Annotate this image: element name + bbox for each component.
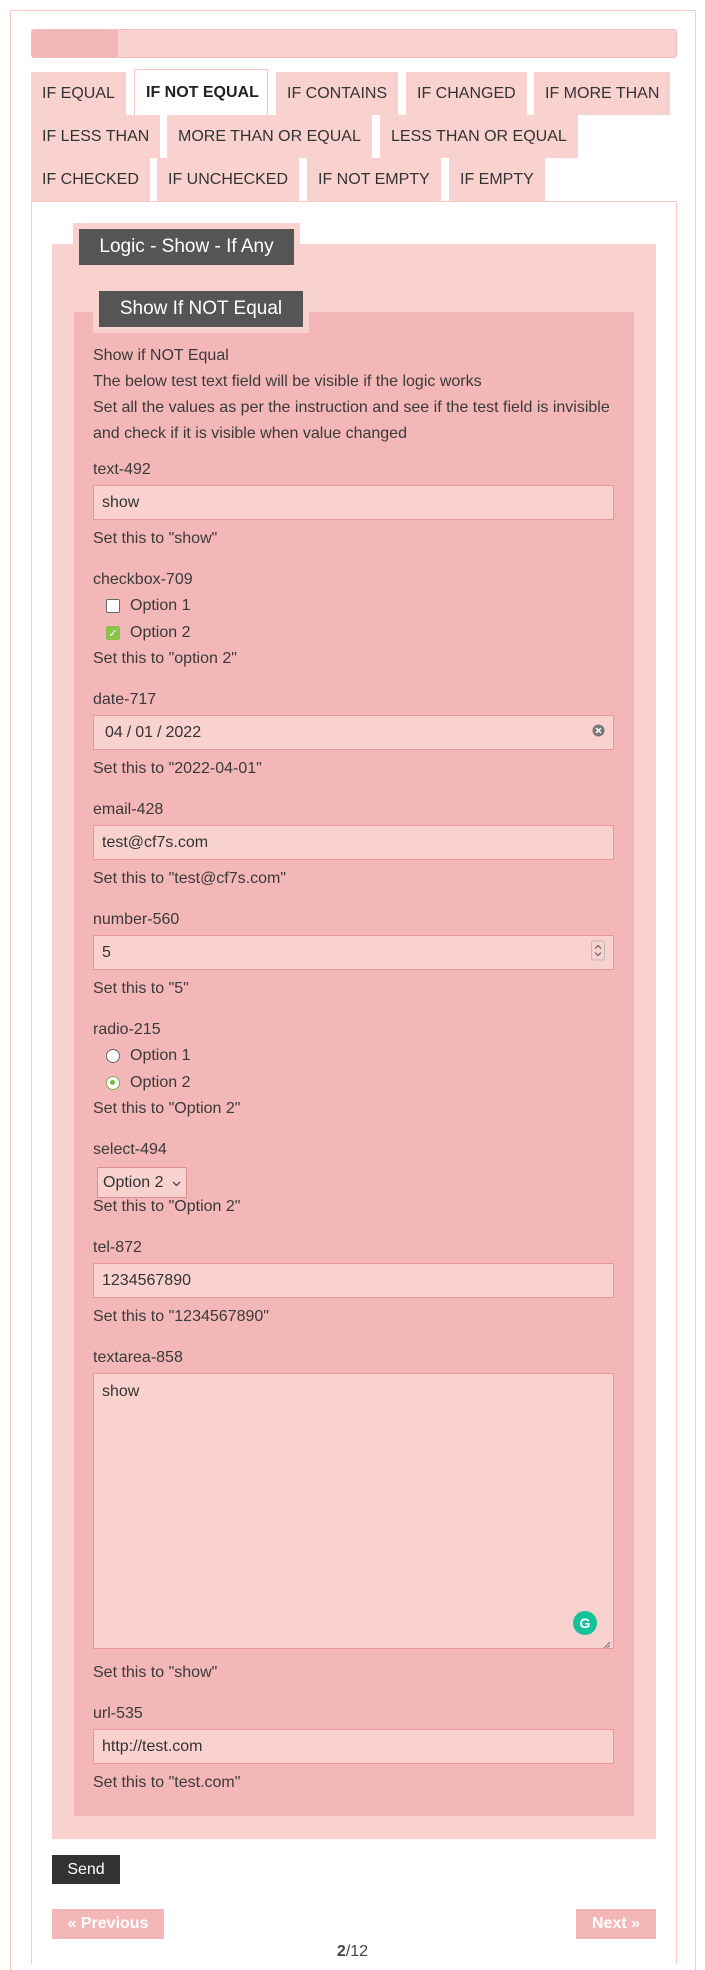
textarea-input[interactable]: show xyxy=(93,1373,614,1649)
intro-line-1: Show if NOT Equal xyxy=(93,347,229,364)
select-value: Option 2 xyxy=(103,1173,164,1191)
text-input-value: show xyxy=(102,493,140,511)
date-input[interactable]: 04 / 01 / 2022 xyxy=(93,715,614,750)
text-field-hint: Set this to "show" xyxy=(93,530,218,547)
checkbox-option-2[interactable]: ✓ xyxy=(106,626,120,640)
radio-option-1-label: Option 1 xyxy=(130,1047,191,1064)
date-year[interactable]: 2022 xyxy=(166,724,202,742)
tab-less-than-or-equal[interactable]: LESS THAN OR EQUAL xyxy=(380,115,578,158)
tab-if-checked[interactable]: IF CHECKED xyxy=(31,158,150,201)
text-input[interactable]: show xyxy=(93,485,614,520)
radio-option-2-label: Option 2 xyxy=(130,1074,191,1091)
email-input-value: test@cf7s.com xyxy=(102,833,209,851)
intro-line-4: and check if it is visible when value ch… xyxy=(93,425,407,442)
tab-if-more-than[interactable]: IF MORE THAN xyxy=(534,72,671,115)
textarea-field-hint: Set this to "show" xyxy=(93,1664,218,1681)
checkbox-option-2-label: Option 2 xyxy=(130,624,191,641)
checkbox-option-1-label: Option 1 xyxy=(130,597,191,614)
checkbox-option-1[interactable] xyxy=(106,599,120,613)
number-field-label: number-560 xyxy=(93,911,180,928)
clear-icon[interactable] xyxy=(592,724,605,742)
date-separator: / xyxy=(157,723,162,741)
tab-if-not-equal[interactable]: IF NOT EQUAL xyxy=(134,69,268,115)
previous-button[interactable]: « Previous xyxy=(52,1909,164,1939)
intro-line-2: The below test text field will be visibl… xyxy=(93,373,482,390)
send-button[interactable]: Send xyxy=(52,1855,120,1884)
number-input[interactable]: 5 xyxy=(93,935,614,970)
tab-if-contains[interactable]: IF CONTAINS xyxy=(276,72,399,115)
radio-option-2[interactable] xyxy=(106,1076,120,1090)
page-total: /12 xyxy=(345,1943,369,1960)
page-indicator: 2/12 xyxy=(0,1943,705,1961)
date-month[interactable]: 04 xyxy=(105,724,123,742)
url-field-label: url-535 xyxy=(93,1705,143,1722)
url-field-hint: Set this to "test.com" xyxy=(93,1774,241,1791)
date-separator: / xyxy=(126,723,132,741)
chevron-down-icon xyxy=(172,1174,181,1192)
url-input[interactable]: http://test.com xyxy=(93,1729,614,1764)
tab-if-changed[interactable]: IF CHANGED xyxy=(406,72,527,115)
radio-option-1[interactable] xyxy=(106,1049,120,1063)
checkbox-field-label: checkbox-709 xyxy=(93,571,193,588)
email-field-label: email-428 xyxy=(93,801,164,818)
email-input[interactable]: test@cf7s.com xyxy=(93,825,614,860)
fieldset-legend: Logic - Show - If Any xyxy=(73,223,300,271)
resize-handle-icon[interactable] xyxy=(601,1636,611,1649)
textarea-field-label: textarea-858 xyxy=(93,1349,183,1366)
tab-if-unchecked[interactable]: IF UNCHECKED xyxy=(157,158,300,201)
select-field-label: select-494 xyxy=(93,1141,167,1158)
page-current: 2 xyxy=(336,1943,346,1960)
tab-if-less-than[interactable]: IF LESS THAN xyxy=(31,115,161,158)
fieldset-sub-legend: Show If NOT Equal xyxy=(93,285,309,333)
textarea-value: show xyxy=(102,1383,140,1400)
progress-bar-fill xyxy=(32,30,118,57)
radio-field-label: radio-215 xyxy=(93,1021,161,1038)
text-field-label: text-492 xyxy=(93,461,151,478)
date-field-label: date-717 xyxy=(93,691,157,708)
email-field-hint: Set this to "test@cf7s.com" xyxy=(93,870,286,887)
next-button[interactable]: Next » xyxy=(576,1909,656,1939)
number-field-hint: Set this to "5" xyxy=(93,980,189,997)
tab-more-than-or-equal[interactable]: MORE THAN OR EQUAL xyxy=(167,115,372,158)
grammarly-icon[interactable]: G xyxy=(573,1611,597,1635)
tab-if-equal[interactable]: IF EQUAL xyxy=(31,72,126,115)
tel-input-value: 1234567890 xyxy=(102,1271,191,1289)
intro-line-3: Set all the values as per the instructio… xyxy=(93,399,610,416)
tel-field-label: tel-872 xyxy=(93,1239,142,1256)
date-field-hint: Set this to "2022-04-01" xyxy=(93,760,262,777)
select-field-hint: Set this to "Option 2" xyxy=(93,1198,241,1215)
date-day[interactable]: 01 xyxy=(135,724,153,742)
radio-field-hint: Set this to "Option 2" xyxy=(93,1100,241,1117)
progress-bar xyxy=(31,29,677,58)
tel-field-hint: Set this to "1234567890" xyxy=(93,1308,269,1325)
number-input-value: 5 xyxy=(102,943,111,961)
url-input-value: http://test.com xyxy=(102,1737,203,1755)
checkmark-icon: ✓ xyxy=(108,627,118,640)
checkbox-field-hint: Set this to "option 2" xyxy=(93,650,237,667)
tel-input[interactable]: 1234567890 xyxy=(93,1263,614,1298)
tab-if-empty[interactable]: IF EMPTY xyxy=(449,158,545,201)
tab-if-not-empty[interactable]: IF NOT EMPTY xyxy=(307,158,441,201)
spinner-icon[interactable] xyxy=(591,940,605,965)
select-dropdown[interactable]: Option 2 xyxy=(97,1167,187,1198)
